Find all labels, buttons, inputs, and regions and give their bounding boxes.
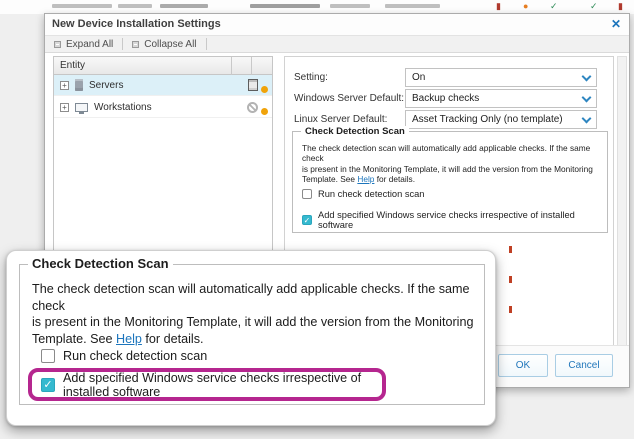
setting-row: Setting: On: [285, 68, 613, 87]
windows-default-dropdown[interactable]: Backup checks: [405, 89, 597, 108]
background-text-fragment: [250, 4, 320, 8]
collapse-all-label: Collapse All: [144, 38, 197, 50]
add-service-checks-label: Add specified Windows service checks irr…: [318, 210, 575, 230]
cancel-button[interactable]: Cancel: [555, 354, 613, 377]
tree-row-workstations[interactable]: + Workstations: [54, 97, 272, 118]
chevron-down-icon: [581, 92, 592, 103]
setting-value: On: [412, 72, 426, 83]
expand-all-button[interactable]: Expand All: [45, 36, 122, 52]
server-icon: [75, 79, 83, 91]
background-text-fragment: [160, 4, 208, 8]
background-text-fragment: [330, 4, 370, 8]
checkbox-unchecked-icon[interactable]: [41, 349, 55, 363]
background-status-icon: ▮: [618, 1, 623, 11]
background-check-icon: ✓: [590, 1, 598, 11]
screenshot-stage: ▮ ● ✓ ✓ ▮ New Device Installation Settin…: [0, 0, 634, 439]
collapse-all-button[interactable]: Collapse All: [123, 36, 205, 52]
column-divider: [231, 57, 232, 75]
background-page-sliver: ▮ ● ✓ ✓ ▮: [0, 0, 634, 14]
run-check-detection-label: Run check detection scan: [63, 349, 208, 363]
background-check-icon: ✓: [550, 1, 558, 11]
close-icon[interactable]: ✕: [611, 17, 621, 31]
checkbox-checked-icon[interactable]: ✓: [41, 377, 55, 392]
expand-toggle-icon[interactable]: +: [60, 102, 69, 112]
windows-default-label: Windows Server Default:: [294, 93, 405, 104]
windows-default-value: Backup checks: [412, 93, 480, 104]
hidden-content-red-mark: [509, 306, 512, 313]
background-text-fragment: [118, 4, 152, 8]
linux-default-value: Asset Tracking Only (no template): [412, 114, 563, 125]
dialog-toolbar: Expand All Collapse All: [45, 35, 629, 53]
expand-toggle-icon[interactable]: +: [60, 80, 69, 90]
background-text-fragment: [385, 4, 440, 8]
help-link[interactable]: Help: [357, 174, 374, 184]
expand-all-label: Expand All: [66, 38, 114, 50]
linux-default-dropdown[interactable]: Asset Tracking Only (no template): [405, 110, 597, 129]
check-detection-scan-group: Check Detection Scan The check detection…: [292, 126, 608, 233]
dialog-title: New Device Installation Settings: [52, 18, 221, 30]
description-line: The check detection scan will automatica…: [32, 282, 470, 313]
background-text-fragment: [52, 4, 112, 8]
workstation-icon: [75, 102, 88, 114]
expand-all-icon: [54, 40, 61, 48]
chevron-down-icon: [581, 113, 592, 124]
no-entry-icon: [247, 101, 258, 113]
hidden-content-red-mark: [509, 276, 512, 283]
tree-row-label: Servers: [89, 79, 124, 91]
zoom-callout: Check Detection Scan The check detection…: [6, 250, 496, 426]
magenta-highlight-box: ✓ Add specified Windows service checks i…: [28, 368, 386, 401]
checkbox-checked-icon[interactable]: ✓: [302, 215, 312, 225]
tree-row-label: Workstations: [94, 101, 152, 113]
status-dot-icon: [261, 107, 268, 115]
hidden-content-red-mark: [509, 246, 512, 253]
description-line: for details.: [141, 331, 204, 346]
chevron-down-icon: [581, 71, 592, 82]
column-divider: [251, 57, 252, 75]
group-description: The check detection scan will automatica…: [302, 143, 607, 184]
toolbar-divider: [205, 38, 207, 50]
checkbox-unchecked-icon[interactable]: [302, 189, 312, 199]
panel-scroll-gutter[interactable]: [617, 56, 627, 346]
entity-column-header: Entity: [54, 57, 272, 75]
add-service-checks-checkbox-row[interactable]: ✓ Add specified Windows service checks i…: [302, 210, 607, 230]
description-line: The check detection scan will automatica…: [302, 143, 591, 164]
run-check-detection-checkbox-row[interactable]: Run check detection scan: [41, 349, 207, 363]
dialog-titlebar: New Device Installation Settings ✕: [45, 14, 629, 35]
tree-row-servers[interactable]: + Servers: [54, 75, 272, 96]
status-dot-icon: [261, 85, 268, 93]
help-link[interactable]: Help: [116, 332, 142, 346]
windows-default-row: Windows Server Default: Backup checks: [285, 89, 613, 108]
description-line: Template. See: [32, 331, 117, 346]
description-line: is present in the Monitoring Template, i…: [32, 315, 474, 329]
setting-dropdown[interactable]: On: [405, 68, 597, 87]
background-status-icon: ●: [523, 1, 529, 11]
run-check-detection-checkbox-row[interactable]: Run check detection scan: [302, 189, 424, 199]
ok-button[interactable]: OK: [498, 354, 548, 377]
description-line: for details.: [374, 173, 416, 184]
run-check-detection-label: Run check detection scan: [318, 189, 425, 199]
setting-label: Setting:: [294, 72, 328, 83]
add-service-checks-label: Add specified Windows service checks irr…: [63, 370, 362, 399]
group-title: Check Detection Scan: [28, 256, 173, 271]
description-line: is present in the Monitoring Template, i…: [302, 163, 593, 174]
template-assigned-icon: [248, 79, 258, 91]
check-detection-scan-group-zoomed: Check Detection Scan The check detection…: [19, 256, 485, 405]
group-title: Check Detection Scan: [301, 126, 409, 137]
description-line: Template. See: [302, 173, 358, 184]
collapse-all-icon: [132, 40, 140, 48]
background-status-icon: ▮: [496, 1, 501, 11]
group-description: The check detection scan will automatica…: [32, 281, 484, 347]
